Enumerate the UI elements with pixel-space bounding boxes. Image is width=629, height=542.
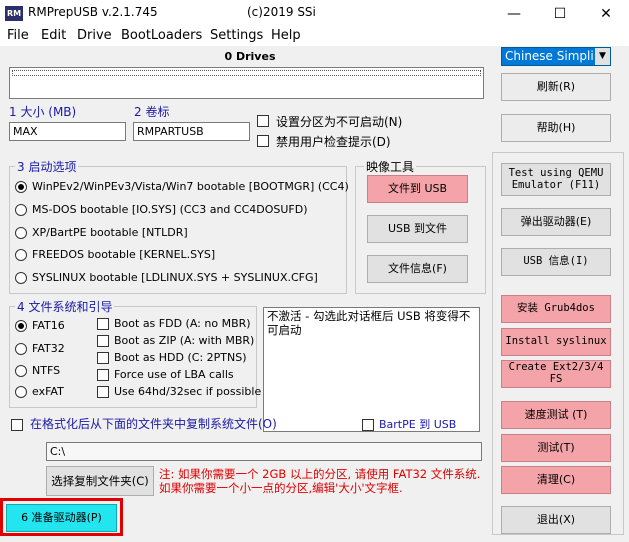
fs-radio-label: exFAT	[32, 385, 64, 398]
fs-check-fdd[interactable]	[97, 318, 109, 330]
size-label: 1 大小 (MB)	[9, 105, 77, 119]
window-copyright: (c)2019 SSi	[247, 5, 316, 19]
folder-path-input[interactable]: C:\	[46, 442, 482, 461]
file-to-usb-button[interactable]: 文件到 USB	[367, 175, 468, 203]
title-bar: RM RMPrepUSB v.2.1.745 (c)2019 SSi — ☐ ✕	[0, 0, 629, 28]
app-icon: RM	[5, 6, 23, 21]
menu-bar: File Edit Drive BootLoaders Settings Hel…	[0, 27, 629, 46]
disable-prompts-checkbox[interactable]	[257, 135, 269, 147]
bartpe-checkbox[interactable]	[362, 419, 374, 431]
info-memo[interactable]: 不激活 - 勾选此对话框后 USB 将变得不可启动	[263, 307, 480, 432]
window-title: RMPrepUSB v.2.1.745	[28, 5, 158, 19]
volume-input[interactable]: RMPARTUSB	[133, 122, 250, 141]
fs-check-hdd[interactable]	[97, 352, 109, 364]
boot-options-title: 3 启动选项	[15, 158, 79, 175]
maximize-icon[interactable]: ☐	[537, 0, 583, 28]
bartpe-label: BartPE 到 USB	[379, 418, 457, 431]
fs-check-64hd[interactable]	[97, 386, 109, 398]
non-bootable-label: 设置分区为不可启动(N)	[276, 115, 403, 129]
disable-prompts-label: 禁用用户检查提示(D)	[276, 135, 391, 149]
boot-option-label: MS-DOS bootable [IO.SYS] (CC3 and CC4DOS…	[32, 203, 308, 216]
create-ext-fs-button[interactable]: Create Ext2/3/4 FS	[501, 360, 611, 388]
menu-help[interactable]: Help	[271, 28, 301, 43]
fs-check-label: Boot as ZIP (A: with MBR)	[114, 334, 255, 347]
exit-button[interactable]: 退出(X)	[501, 506, 611, 534]
speed-test-button[interactable]: 速度测试 (T)	[501, 401, 611, 429]
fs-check-label: Boot as FDD (A: no MBR)	[114, 317, 251, 330]
usb-to-file-button[interactable]: USB 到文件	[367, 215, 468, 243]
close-icon[interactable]: ✕	[583, 0, 629, 28]
clean-button[interactable]: 清理(C)	[501, 466, 611, 494]
fs-radio-label: NTFS	[32, 364, 61, 377]
eject-button[interactable]: 弹出驱动器(E)	[501, 208, 611, 236]
drive-list[interactable]	[9, 67, 484, 99]
fs-check-zip[interactable]	[97, 335, 109, 347]
minimize-icon[interactable]: —	[491, 0, 537, 28]
install-grub4dos-button[interactable]: 安装 Grub4dos	[501, 295, 611, 323]
fs-radio-label: FAT16	[32, 319, 65, 332]
prepare-drive-button[interactable]: 6 准备驱动器(P)	[6, 504, 117, 532]
boot-option-radio-xp[interactable]	[15, 227, 27, 239]
copy-files-checkbox[interactable]	[11, 419, 23, 431]
non-bootable-checkbox[interactable]	[257, 115, 269, 127]
fs-radio-exfat[interactable]	[15, 386, 27, 398]
boot-option-radio-msdos[interactable]	[15, 204, 27, 216]
fs-title: 4 文件系统和引导	[15, 298, 115, 315]
choose-folder-button[interactable]: 选择复制文件夹(C)	[46, 466, 154, 496]
usb-info-button[interactable]: USB 信息(I)	[501, 248, 611, 276]
menu-drive[interactable]: Drive	[77, 28, 112, 43]
boot-option-radio-syslinux[interactable]	[15, 272, 27, 284]
fs-check-label: Use 64hd/32sec if possible	[114, 385, 262, 398]
refresh-button[interactable]: 刷新(R)	[501, 73, 611, 101]
install-syslinux-button[interactable]: Install syslinux	[501, 328, 611, 356]
file-info-button[interactable]: 文件信息(F)	[367, 255, 468, 283]
fs-check-lba[interactable]	[97, 369, 109, 381]
image-tools-title: 映像工具	[364, 158, 417, 175]
menu-edit[interactable]: Edit	[41, 28, 66, 43]
test-qemu-button[interactable]: Test using QEMU Emulator (F11)	[501, 163, 611, 196]
fs-radio-fat16[interactable]	[15, 320, 27, 332]
fs-check-label: Force use of LBA calls	[114, 368, 234, 381]
menu-bootloaders[interactable]: BootLoaders	[121, 28, 202, 43]
volume-label: 2 卷标	[134, 105, 170, 119]
fs-radio-ntfs[interactable]	[15, 365, 27, 377]
help-button[interactable]: 帮助(H)	[501, 114, 611, 142]
drives-header: 0 Drives	[224, 50, 276, 63]
language-select-value: Chinese Simpli	[505, 49, 594, 63]
chevron-down-icon: ▼	[595, 48, 610, 65]
language-select[interactable]: Chinese Simpli ▼	[501, 47, 611, 66]
fs-radio-label: FAT32	[32, 342, 65, 355]
menu-file[interactable]: File	[7, 28, 29, 43]
boot-option-radio-freedos[interactable]	[15, 249, 27, 261]
menu-settings[interactable]: Settings	[210, 28, 263, 43]
fs-check-label: Boot as HDD (C: 2PTNS)	[114, 351, 247, 364]
test-button[interactable]: 测试(T)	[501, 434, 611, 462]
copy-files-label: 在格式化后从下面的文件夹中复制系统文件(O)	[30, 417, 277, 431]
boot-option-label: FREEDOS bootable [KERNEL.SYS]	[32, 248, 216, 261]
fs-radio-fat32[interactable]	[15, 343, 27, 355]
boot-option-radio-winpe[interactable]	[15, 181, 27, 193]
boot-option-label: SYSLINUX bootable [LDLINUX.SYS + SYSLINU…	[32, 271, 318, 284]
fs-size-note: 注: 如果你需要一个 2GB 以上的分区, 请使用 FAT32 文件系统. 如果…	[159, 467, 481, 495]
size-input[interactable]: MAX	[9, 122, 126, 141]
boot-option-label: XP/BartPE bootable [NTLDR]	[32, 226, 188, 239]
boot-option-label: WinPEv2/WinPEv3/Vista/Win7 bootable [BOO…	[32, 180, 349, 193]
